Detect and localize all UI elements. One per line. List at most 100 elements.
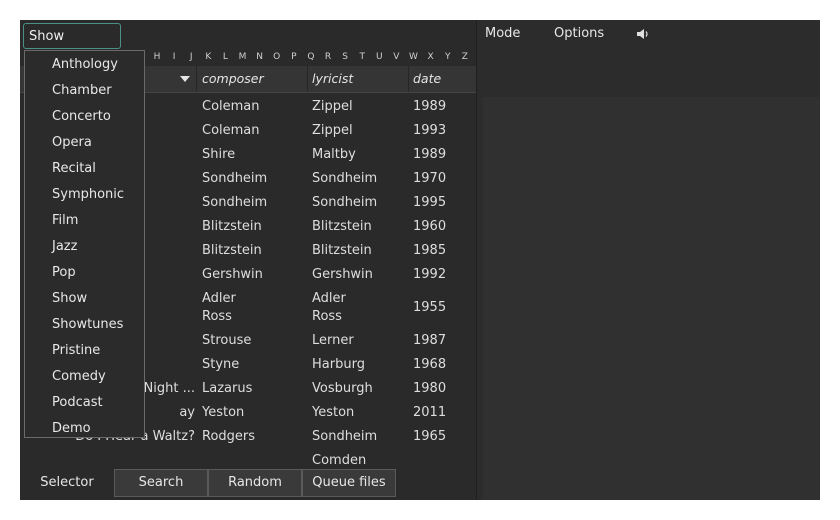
cell-lyricist: Harburg: [312, 357, 365, 372]
cell-composer: Shire: [202, 147, 236, 162]
cell-date: 1989: [413, 147, 447, 162]
cell-composer: Yeston: [202, 405, 245, 420]
cell-lyricist: Sondheim: [312, 171, 378, 186]
alphabet-letter-s[interactable]: S: [339, 52, 351, 62]
alphabet-letter-p[interactable]: P: [288, 52, 300, 62]
cell-date: 1980: [413, 381, 447, 396]
cell-lyricist: Gershwin: [312, 267, 373, 282]
cell-composer: Sondheim: [202, 171, 268, 186]
menu-mode[interactable]: Mode: [485, 26, 520, 41]
cell-composer: Lazarus: [202, 381, 253, 396]
cell-lyricist: Zippel: [312, 123, 353, 138]
cell-lyricist: Sondheim: [312, 195, 378, 210]
dropdown-option-pop[interactable]: Pop: [52, 265, 76, 280]
alphabet-letter-u[interactable]: U: [373, 52, 385, 62]
cell-composer: Sondheim: [202, 195, 268, 210]
cell-date: 1970: [413, 171, 447, 186]
column-separator[interactable]: [196, 66, 197, 92]
cell-composer: Blitzstein: [202, 219, 262, 234]
alphabet-letter-i[interactable]: I: [168, 52, 180, 62]
app-window: HIJKLMNOPQRSTUVWXYZ composer lyricist da…: [20, 20, 820, 500]
alphabet-letter-y[interactable]: Y: [442, 52, 454, 62]
cell-date: 1985: [413, 243, 447, 258]
cell-date: 1993: [413, 123, 447, 138]
cell-date: 1989: [413, 99, 447, 114]
dropdown-option-opera[interactable]: Opera: [52, 135, 92, 150]
cell-composer: Coleman: [202, 99, 260, 114]
dropdown-option-chamber[interactable]: Chamber: [52, 83, 112, 98]
cell-composer: Adler Ross: [202, 291, 236, 324]
column-header-composer[interactable]: composer: [202, 71, 264, 86]
tab-selector[interactable]: Selector: [20, 469, 114, 497]
dropdown-option-demo[interactable]: Demo: [52, 421, 91, 436]
cell-lyricist: Yeston: [312, 405, 355, 420]
tab-search[interactable]: Search: [114, 469, 208, 497]
dropdown-option-concerto[interactable]: Concerto: [52, 109, 111, 124]
cell-lyricist: Lerner: [312, 333, 354, 348]
cell-date: 2011: [413, 405, 447, 420]
column-header-lyricist[interactable]: lyricist: [312, 71, 353, 86]
alphabet-letter-q[interactable]: Q: [305, 52, 317, 62]
alphabet-letter-z[interactable]: Z: [459, 52, 471, 62]
alphabet-letter-l[interactable]: L: [219, 52, 231, 62]
alphabet-letter-j[interactable]: J: [185, 52, 197, 62]
alphabet-letter-x[interactable]: X: [425, 52, 437, 62]
menu-options[interactable]: Options: [554, 26, 604, 41]
speaker-icon[interactable]: [636, 27, 650, 41]
cell-lyricist: Comden: [312, 453, 367, 467]
alphabet-letter-h[interactable]: H: [151, 52, 163, 62]
cell-date: 1955: [413, 300, 447, 315]
category-dropdown-menu: Anthology Chamber Concerto Opera Recital Symp…: [24, 50, 145, 438]
cell-composer: Rodgers: [202, 429, 256, 444]
tab-random[interactable]: Random: [208, 469, 302, 497]
bottom-tab-bar: Selector Search Random Queue files: [20, 469, 476, 499]
cell-composer: Styne: [202, 357, 240, 372]
dropdown-option-film[interactable]: Film: [52, 213, 78, 228]
dropdown-option-jazz[interactable]: Jazz: [52, 239, 77, 254]
cell-date: 1995: [413, 195, 447, 210]
column-separator[interactable]: [408, 66, 409, 92]
menubar: Mode Options: [477, 20, 820, 48]
dropdown-option-show[interactable]: Show: [52, 291, 87, 306]
cell-lyricist: Sondheim: [312, 429, 378, 444]
now-playing-area: [483, 97, 820, 500]
cell-date: 1987: [413, 333, 447, 348]
alphabet-letter-t[interactable]: T: [356, 52, 368, 62]
library-pane: HIJKLMNOPQRSTUVWXYZ composer lyricist da…: [20, 20, 476, 500]
alphabet-letter-o[interactable]: O: [271, 52, 283, 62]
cell-composer: Strouse: [202, 333, 252, 348]
alphabet-letter-k[interactable]: K: [202, 52, 214, 62]
tab-queue-files[interactable]: Queue files: [302, 469, 396, 497]
dropdown-option-symphonic[interactable]: Symphonic: [52, 187, 124, 202]
alphabet-letter-w[interactable]: W: [408, 52, 420, 62]
alphabet-letter-r[interactable]: R: [322, 52, 334, 62]
cell-composer: Gershwin: [202, 267, 263, 282]
cell-date: 1968: [413, 357, 447, 372]
cell-lyricist: Maltby: [312, 147, 356, 162]
cell-date: 1965: [413, 429, 447, 444]
cell-lyricist: Blitzstein: [312, 219, 372, 234]
table-row[interactable]: Comden: [20, 452, 476, 467]
cell-lyricist: Zippel: [312, 99, 353, 114]
cell-lyricist: Vosburgh: [312, 381, 373, 396]
dropdown-option-podcast[interactable]: Podcast: [52, 395, 103, 410]
sort-descending-icon[interactable]: [180, 76, 190, 82]
cell-lyricist: Blitzstein: [312, 243, 372, 258]
alphabet-letter-m[interactable]: M: [237, 52, 249, 62]
cell-lyricist: Adler Ross: [312, 291, 346, 324]
column-separator[interactable]: [307, 66, 308, 92]
cell-date: 1960: [413, 219, 447, 234]
dropdown-option-anthology[interactable]: Anthology: [52, 57, 118, 72]
dropdown-option-showtunes[interactable]: Showtunes: [52, 317, 123, 332]
cell-composer: Blitzstein: [202, 243, 262, 258]
alphabet-letter-v[interactable]: V: [390, 52, 402, 62]
cell-composer: Coleman: [202, 123, 260, 138]
dropdown-option-comedy[interactable]: Comedy: [52, 369, 106, 384]
column-header-date[interactable]: date: [413, 71, 441, 86]
player-pane: Mode Options: [476, 20, 820, 500]
category-select[interactable]: Show: [23, 23, 121, 49]
alphabet-letter-n[interactable]: N: [254, 52, 266, 62]
dropdown-option-pristine[interactable]: Pristine: [52, 343, 100, 358]
cell-date: 1992: [413, 267, 447, 282]
dropdown-option-recital[interactable]: Recital: [52, 161, 96, 176]
